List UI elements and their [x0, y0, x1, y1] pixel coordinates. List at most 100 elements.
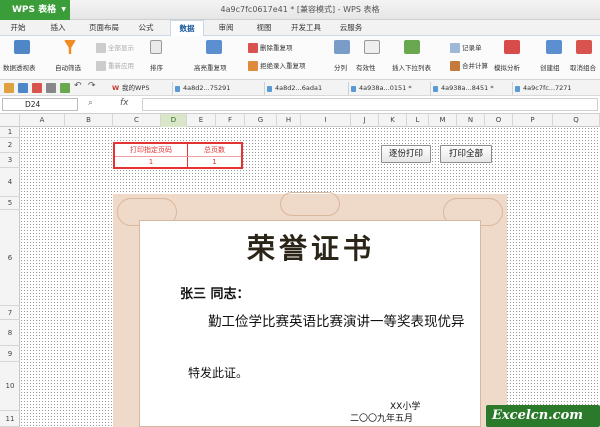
tab-formula[interactable]: 公式 — [134, 20, 158, 36]
doc-tab[interactable]: 4a8d2...6ada1 — [264, 82, 322, 95]
tab-review[interactable]: 审阅 — [214, 20, 238, 36]
pivot-table-button[interactable]: 数据透视表 — [3, 62, 36, 72]
column-headers: A B C D E F G H I J K L M N O P Q — [0, 114, 600, 127]
print-icon[interactable] — [46, 83, 56, 93]
column-header[interactable]: I — [301, 114, 351, 127]
insert-dropdown-icon — [404, 40, 420, 54]
title-bar: WPS 表格 ▼ 4a9c7fc0617e41 * [兼容模式] - WPS 表格 — [0, 0, 600, 20]
doc-tab[interactable]: 4a938a...8451 * — [430, 82, 494, 95]
simulate-icon — [504, 40, 520, 54]
insert-dropdown-button[interactable]: 插入下拉列表 — [392, 62, 431, 72]
create-group-button[interactable]: 创建组 — [540, 62, 560, 72]
tab-view[interactable]: 视图 — [252, 20, 276, 36]
undo-icon[interactable]: ↶ — [74, 81, 82, 91]
autofilter-button[interactable]: 自动筛选 — [55, 62, 81, 72]
certificate-text: 勤工俭学比赛英语比赛演讲一等奖表现优异 — [208, 314, 465, 330]
column-header[interactable]: A — [20, 114, 65, 127]
simulate-button[interactable]: 模拟分析 — [494, 62, 520, 72]
name-box[interactable]: D24 — [2, 98, 78, 111]
merge-calc-button[interactable]: 合并计算 — [450, 60, 488, 71]
row-header[interactable]: 10 — [0, 362, 20, 411]
column-header[interactable]: G — [245, 114, 277, 127]
top-ornament — [280, 192, 340, 216]
open-icon[interactable] — [4, 83, 14, 93]
highlight-duplicates-icon — [206, 40, 222, 54]
row-header[interactable]: 8 — [0, 320, 20, 346]
window-title: 4a9c7fc0617e41 * [兼容模式] - WPS 表格 — [220, 5, 380, 14]
select-all-corner[interactable] — [0, 114, 20, 127]
column-header-selected[interactable]: D — [161, 114, 187, 127]
row-header[interactable]: 11 — [0, 411, 20, 427]
tab-developer[interactable]: 开发工具 — [288, 20, 324, 36]
row-header[interactable]: 4 — [0, 168, 20, 197]
column-header[interactable]: Q — [553, 114, 600, 127]
certificate-title: 荣誉证书 — [246, 232, 375, 265]
tab-page-layout[interactable]: 页面布局 — [86, 20, 122, 36]
fx-icon[interactable]: fx — [120, 98, 129, 108]
formula-bar: D24 ⌕ fx — [0, 96, 600, 114]
ungroup-button[interactable]: 取消组合 — [570, 62, 596, 72]
record-icon — [450, 43, 460, 53]
total-pages-header: 总页数 — [204, 146, 225, 154]
column-header[interactable]: B — [65, 114, 113, 127]
highlight-duplicates-button[interactable]: 高亮重复项 — [194, 62, 227, 72]
ungroup-icon — [576, 40, 592, 54]
redo-icon[interactable]: ↷ — [88, 81, 96, 91]
recipient-name: 张三 同志： — [180, 287, 250, 302]
column-header[interactable]: O — [485, 114, 513, 127]
save-icon[interactable] — [18, 83, 28, 93]
column-header[interactable]: J — [351, 114, 379, 127]
preview-icon[interactable] — [60, 83, 70, 93]
tab-home[interactable]: 开始 — [6, 20, 30, 36]
column-header[interactable]: H — [277, 114, 301, 127]
remove-duplicates-button[interactable]: 删除重复项 — [248, 42, 293, 53]
certificate: 荣誉证书 张三 同志： 勤工俭学比赛英语比赛演讲一等奖表现优异 特发此证。 XX… — [113, 192, 507, 427]
column-header[interactable]: L — [407, 114, 429, 127]
column-header[interactable]: N — [457, 114, 485, 127]
row-header[interactable]: 5 — [0, 197, 20, 210]
quick-access-bar: ↶ ↷ W 我的WPS 4a8d2...75291 4a8d2...6ada1 4… — [0, 80, 600, 96]
formula-input[interactable] — [142, 98, 598, 111]
column-header[interactable]: M — [429, 114, 457, 127]
menu-bar: 开始 插入 页面布局 公式 数据 审阅 视图 开发工具 云服务 — [0, 20, 600, 36]
print-all-button[interactable]: 打印全部 — [440, 145, 492, 163]
create-group-icon — [546, 40, 562, 54]
row-header[interactable]: 3 — [0, 153, 20, 168]
column-header[interactable]: P — [513, 114, 553, 127]
doc-tab[interactable]: 4a938a...0151 * — [348, 82, 412, 95]
show-all-button[interactable]: 全部显示 — [96, 42, 134, 53]
column-header[interactable]: F — [216, 114, 245, 127]
certificate-body: 荣誉证书 张三 同志： 勤工俭学比赛英语比赛演讲一等奖表现优异 特发此证。 XX… — [139, 220, 481, 427]
row-header[interactable]: 9 — [0, 346, 20, 362]
sheet-icon — [351, 86, 356, 92]
doc-tab-active[interactable]: 4a9c7fc...7271 — [512, 82, 572, 95]
reapply-button[interactable]: 重新应用 — [96, 60, 134, 71]
row-header[interactable]: 2 — [0, 138, 20, 153]
split-button[interactable]: 分列 — [334, 62, 347, 72]
row-header[interactable]: 1 — [0, 127, 20, 138]
table-divider — [115, 156, 241, 157]
export-pdf-icon[interactable] — [32, 83, 42, 93]
merge-calc-icon — [450, 61, 460, 71]
zoom-icon[interactable]: ⌕ — [88, 98, 93, 108]
column-header[interactable]: K — [379, 114, 407, 127]
validity-icon — [364, 40, 380, 54]
column-header[interactable]: C — [113, 114, 161, 127]
print-page-value[interactable]: 1 — [115, 158, 187, 166]
doc-tab-mywps[interactable]: W 我的WPS — [112, 82, 149, 95]
print-per-page-button[interactable]: 逐份打印 — [381, 145, 431, 163]
tab-cloud[interactable]: 云服务 — [336, 20, 366, 36]
sheet-icon — [515, 86, 520, 92]
row-header[interactable]: 7 — [0, 306, 20, 320]
tab-insert[interactable]: 插入 — [46, 20, 70, 36]
doc-tab[interactable]: 4a8d2...75291 — [172, 82, 230, 95]
sort-button[interactable]: 排序 — [150, 62, 163, 72]
remove-duplicates-icon — [248, 43, 258, 53]
record-button[interactable]: 记录单 — [450, 42, 482, 53]
tab-data[interactable]: 数据 — [170, 20, 204, 36]
column-header[interactable]: E — [187, 114, 216, 127]
validity-button[interactable]: 有效性 — [356, 62, 376, 72]
reject-duplicates-button[interactable]: 拒绝录入重复项 — [248, 60, 306, 71]
certificate-date: 二〇〇九年五月 — [350, 414, 414, 424]
row-header[interactable]: 6 — [0, 210, 20, 306]
